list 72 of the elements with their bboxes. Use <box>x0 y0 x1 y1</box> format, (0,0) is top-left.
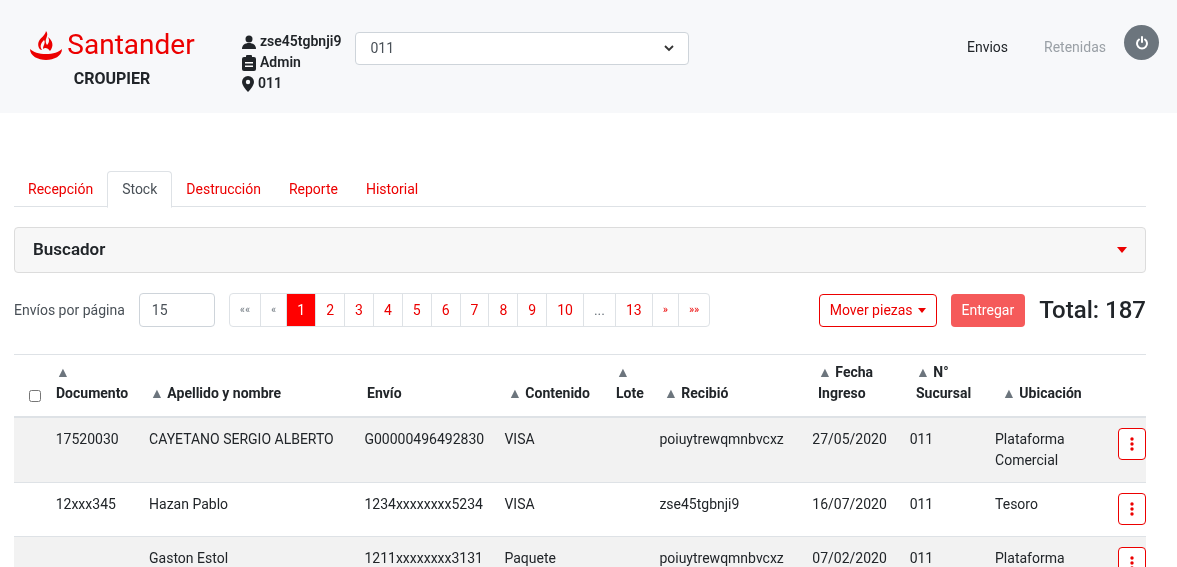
flame-logo-icon <box>29 29 64 61</box>
power-button[interactable] <box>1124 25 1159 60</box>
table-cell: VISA <box>504 496 535 512</box>
page-ellipsis: ... <box>583 294 616 326</box>
table-cell: G00000496492830 <box>364 431 485 447</box>
chevron-down-icon <box>664 45 675 52</box>
nav-link[interactable]: Retenidas <box>1026 29 1124 66</box>
table-cell: 27/05/2020 <box>812 431 887 447</box>
table-cell: Plataforma Comercial <box>995 431 1065 468</box>
power-icon <box>1134 35 1149 50</box>
user-role: Admin <box>260 53 301 72</box>
column-header[interactable]: ▲ Contenido <box>508 383 608 404</box>
column-header[interactable]: ▲ Ubicación <box>1002 383 1112 404</box>
table-cell: poiuytrewqmnbvcxz <box>659 550 784 566</box>
table-cell: 011 <box>909 550 934 566</box>
move-pieces-button[interactable]: Mover piezas <box>818 293 937 327</box>
tab[interactable]: Destrucción <box>172 171 275 208</box>
more-vertical-icon <box>1130 556 1135 567</box>
more-vertical-icon <box>1130 502 1135 516</box>
row-actions-button[interactable] <box>1118 428 1146 460</box>
column-header: Envío <box>367 384 403 403</box>
table-cell: VISA <box>504 431 535 447</box>
column-header[interactable]: ▲ Documento <box>56 362 142 404</box>
tab[interactable]: Reporte <box>274 171 352 208</box>
table-cell: 1234xxxxxxxx5234 <box>364 496 483 512</box>
table-cell: 16/07/2020 <box>812 496 887 512</box>
clipboard-icon <box>242 54 256 71</box>
column-header[interactable]: ▲ Fecha Ingreso <box>818 362 908 404</box>
panel-title: Buscador <box>33 238 106 262</box>
user-icon <box>242 34 256 49</box>
table-cell: 17520030 <box>55 431 119 447</box>
more-vertical-icon <box>1130 437 1135 451</box>
search-panel[interactable]: Buscador <box>14 227 1146 273</box>
column-header[interactable]: ▲ Recibió <box>664 383 810 404</box>
app-subtitle: CROUPIER <box>73 68 151 90</box>
table-cell: zse45tgbnji9 <box>659 496 740 512</box>
caret-icon <box>917 307 926 313</box>
next-page-link[interactable]: » <box>652 294 679 326</box>
table-cell: 1211xxxxxxxx3131 <box>364 550 483 566</box>
table-cell: Gaston Estol <box>149 550 229 566</box>
last-page-link[interactable]: »» <box>678 294 710 326</box>
brand-logo-text: Santander <box>67 27 195 63</box>
total-count: Total: 187 <box>1039 295 1146 326</box>
table-cell: CAYETANO SERGIO ALBERTO <box>149 431 334 447</box>
caret-icon <box>1117 247 1127 253</box>
user-branch: 011 <box>258 74 282 93</box>
column-header[interactable]: ▲ Lote <box>616 362 656 404</box>
branch-select[interactable]: 011 <box>355 32 690 65</box>
column-header[interactable]: ▲ N° Sucursal <box>916 362 994 404</box>
table-cell: Paquete <box>504 550 556 566</box>
per-page-label: Envíos por página <box>14 300 125 320</box>
tab[interactable]: Stock <box>107 171 173 208</box>
user-name: zse45tgbnji9 <box>260 32 342 51</box>
per-page-field[interactable]: 15 <box>138 293 215 327</box>
table-cell: Hazan Pablo <box>149 496 229 512</box>
table-cell: poiuytrewqmnbvcxz <box>659 431 784 447</box>
row-actions-button[interactable] <box>1118 493 1146 525</box>
location-pin-icon <box>242 75 254 92</box>
tab[interactable]: Historial <box>351 171 433 208</box>
table-cell: 011 <box>909 431 934 447</box>
column-header[interactable]: ▲ Apellido y nombre <box>150 383 359 404</box>
deliver-button[interactable]: Entregar <box>950 293 1026 327</box>
select-all-checkbox[interactable] <box>29 390 41 402</box>
nav-link[interactable]: Envios <box>948 29 1027 66</box>
tab[interactable]: Recepción <box>14 171 108 208</box>
table-cell: 07/02/2020 <box>812 550 887 566</box>
first-page-link[interactable]: «« <box>229 294 262 326</box>
table-cell: 12xxx345 <box>55 496 116 512</box>
page-link[interactable]: 1 <box>287 294 317 326</box>
table-cell: 011 <box>909 496 934 512</box>
table-cell: Plataforma <box>995 550 1065 566</box>
table-cell: Tesoro <box>995 496 1038 512</box>
